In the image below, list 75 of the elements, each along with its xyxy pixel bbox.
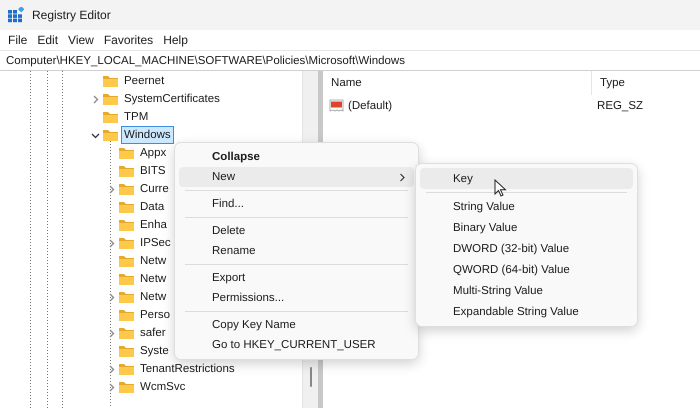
folder-icon <box>118 308 135 322</box>
folder-icon <box>118 254 135 268</box>
menu-item[interactable]: Export <box>179 268 414 288</box>
folder-icon <box>118 272 135 286</box>
menu-item[interactable]: Help <box>158 33 193 47</box>
folder-icon <box>118 218 135 232</box>
string-value-icon <box>329 99 346 113</box>
tree-item[interactable]: TenantRestrictions <box>137 360 238 378</box>
tree-item[interactable]: Netw <box>137 270 170 288</box>
tree-item[interactable]: IPSec <box>137 234 174 252</box>
folder-icon <box>118 362 135 376</box>
menu-item[interactable]: View <box>63 33 99 47</box>
column-header[interactable]: Type <box>592 71 700 95</box>
menu-item[interactable]: Permissions... <box>179 288 414 308</box>
folder-icon <box>102 110 119 124</box>
chevron-right-icon[interactable] <box>106 382 116 392</box>
tree-item[interactable]: Appx <box>137 144 170 162</box>
tree-item[interactable]: Syste <box>137 342 172 360</box>
tree-item[interactable]: Enha <box>137 216 170 234</box>
menu-item[interactable]: Find... <box>179 194 414 214</box>
chevron-right-icon[interactable] <box>106 364 116 374</box>
value-type: REG_SZ <box>597 100 644 112</box>
menu-item[interactable]: QWORD (64-bit) Value <box>420 259 633 280</box>
folder-icon <box>118 236 135 250</box>
folder-icon <box>118 164 135 178</box>
folder-icon <box>118 182 135 196</box>
tree-item[interactable]: TPM <box>121 108 152 126</box>
menu-item[interactable]: Delete <box>179 221 414 241</box>
window-title: Registry Editor <box>32 8 111 22</box>
folder-icon <box>118 380 135 394</box>
tree-item[interactable]: Peernet <box>121 72 168 90</box>
tree-item[interactable]: safer <box>137 324 169 342</box>
folder-icon <box>102 74 119 88</box>
menu-item[interactable]: Key <box>420 168 633 189</box>
column-header[interactable]: Name <box>323 71 592 95</box>
menu-item[interactable]: Binary Value <box>420 217 633 238</box>
chevron-right-icon <box>399 172 406 182</box>
menu-item[interactable]: Go to HKEY_CURRENT_USER <box>179 335 414 355</box>
tree-item[interactable]: SystemCertificates <box>121 90 223 108</box>
chevron-right-icon[interactable] <box>106 292 116 302</box>
tree-item[interactable]: Windows <box>121 126 174 144</box>
folder-icon <box>118 344 135 358</box>
tree-item[interactable]: Data <box>137 198 168 216</box>
tree-item[interactable]: BITS <box>137 162 169 180</box>
menu-item[interactable]: Copy Key Name <box>179 315 414 335</box>
folder-icon <box>118 146 135 160</box>
folder-icon <box>118 326 135 340</box>
tree-item[interactable]: Netw <box>137 252 170 270</box>
menu-item[interactable]: String Value <box>420 196 633 217</box>
menu-item[interactable]: Collapse <box>179 147 414 167</box>
tree-item[interactable]: Curre <box>137 180 172 198</box>
menu-item[interactable]: Edit <box>32 33 64 47</box>
tree-item[interactable]: Netw <box>137 288 170 306</box>
registry-cubes-icon <box>8 7 24 23</box>
cursor-icon <box>494 179 507 198</box>
chevron-right-icon[interactable] <box>106 238 116 248</box>
menu-item[interactable]: Multi-String Value <box>420 280 633 301</box>
folder-icon <box>118 290 135 304</box>
chevron-right-icon[interactable] <box>106 184 116 194</box>
folder-icon <box>102 92 119 106</box>
chevron-down-icon[interactable] <box>90 130 100 140</box>
value-name: (Default) <box>348 100 392 112</box>
address-field[interactable]: Computer\HKEY_LOCAL_MACHINE\SOFTWARE\Policies\Microsoft\Windows <box>0 50 700 71</box>
tree-item[interactable]: WcmSvc <box>137 378 188 396</box>
menu-item[interactable]: DWORD (32-bit) Value <box>420 238 633 259</box>
chevron-right-icon[interactable] <box>106 328 116 338</box>
menu-item[interactable]: Favorites <box>98 33 158 47</box>
chevron-right-icon[interactable] <box>90 94 100 104</box>
folder-icon <box>102 128 119 142</box>
menu-item[interactable]: File <box>3 33 32 47</box>
menu-item[interactable]: New <box>179 167 414 187</box>
menu-item[interactable]: Expandable String Value <box>420 301 633 322</box>
folder-icon <box>118 200 135 214</box>
tree-item[interactable]: Perso <box>137 306 174 324</box>
menu-item[interactable]: Rename <box>179 241 414 261</box>
